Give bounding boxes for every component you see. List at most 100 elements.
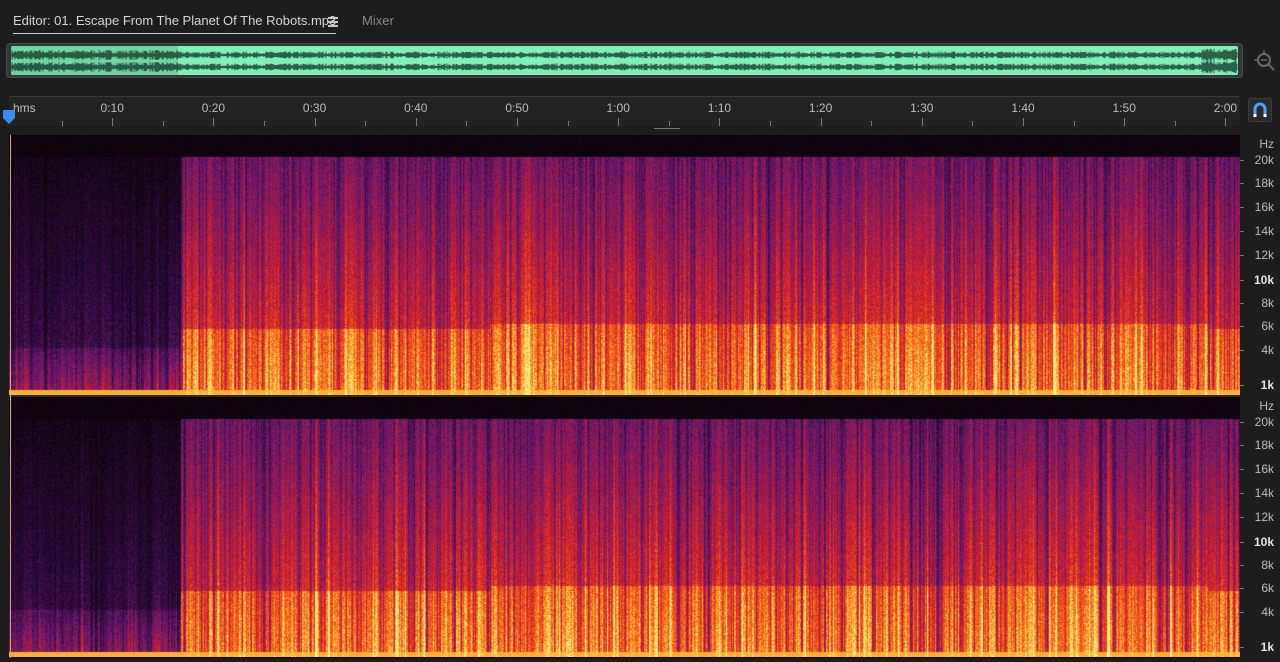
time-tick-mark: [365, 121, 367, 126]
frequency-tick-label: 4k: [1261, 605, 1274, 619]
frequency-tick-label: 16k: [1254, 462, 1274, 476]
time-ruler[interactable]: hms 0:10 0:20 0:30 0:40 0:50 1:00 1:10 1:20 1:30…: [9, 96, 1240, 126]
frequency-tick-label: 14k: [1254, 224, 1274, 238]
frequency-tick-mark: [1240, 255, 1244, 256]
frequency-tick-label: 18k: [1254, 438, 1274, 452]
snap-toggle-button[interactable]: [1248, 98, 1272, 122]
frequency-unit-label: Hz: [1259, 399, 1274, 413]
frequency-tick-mark: [1240, 160, 1244, 161]
tab-mixer[interactable]: Mixer: [362, 12, 394, 30]
time-tick-label: 0:50: [505, 101, 529, 115]
time-tick-label: 0:40: [404, 101, 428, 115]
frequency-tick-label: 4k: [1261, 343, 1274, 357]
panel-tab-bar: Editor: 01. Escape From The Planet Of Th…: [0, 0, 1280, 40]
channel-right-spectrogram[interactable]: [9, 397, 1240, 657]
time-tick-label: 0:20: [201, 101, 226, 115]
time-tick-label: 0:30: [302, 101, 327, 115]
time-tick-mark: [820, 118, 822, 126]
time-tick-mark: [314, 118, 316, 126]
time-tick-mark: [567, 121, 569, 126]
time-tick-mark: [517, 118, 518, 126]
time-tick-mark: [1023, 118, 1024, 126]
frequency-tick-label: 12k: [1254, 510, 1274, 524]
time-tick-mark: [871, 121, 873, 126]
time-tick-mark: [213, 118, 215, 126]
frequency-tick-label: 10k: [1253, 535, 1274, 549]
frequency-tick-mark: [1240, 445, 1244, 446]
hamburger-menu-icon[interactable]: [327, 13, 339, 31]
frequency-tick-label: 8k: [1261, 296, 1274, 310]
time-tick-label: 1:00: [606, 101, 630, 115]
frequency-tick-mark: [1240, 231, 1244, 232]
frequency-tick-label: 6k: [1261, 581, 1274, 595]
time-tick-mark: [668, 121, 670, 126]
frequency-tick-mark: [1240, 183, 1244, 184]
time-tick-mark: [162, 121, 164, 126]
time-tick-label: 0:10: [100, 101, 124, 115]
frequency-tick-label: 12k: [1254, 248, 1274, 262]
frequency-tick-mark: [1240, 493, 1244, 494]
frequency-tick-label: 20k: [1254, 153, 1274, 167]
tab-editor[interactable]: Editor: 01. Escape From The Planet Of Th…: [13, 12, 337, 34]
frequency-tick-label: 18k: [1254, 176, 1274, 190]
frequency-unit-label: Hz: [1259, 137, 1274, 151]
time-tick-mark: [618, 118, 620, 126]
overview-visible-range: [11, 46, 1238, 75]
frequency-tick-mark: [1240, 350, 1244, 351]
frequency-tick-label: 20k: [1254, 415, 1274, 429]
time-tick-mark: [112, 118, 114, 126]
time-units-label: hms: [13, 101, 36, 115]
playback-cursor-line: [10, 135, 11, 658]
frequency-tick-mark: [1240, 303, 1244, 304]
time-tick-mark: [1073, 121, 1075, 126]
resize-grip-handle[interactable]: [654, 128, 680, 132]
time-tick-label: 1:40: [1011, 101, 1035, 115]
time-tick-label: 2:00: [1213, 101, 1238, 115]
time-tick-mark: [1124, 118, 1126, 126]
frequency-tick-mark: [1240, 326, 1244, 327]
frequency-tick-mark: [1240, 280, 1244, 281]
frequency-tick-label: 10k: [1253, 273, 1274, 287]
frequency-tick-mark: [1240, 612, 1244, 613]
magnet-icon: [1253, 102, 1267, 117]
frequency-tick-label: 16k: [1254, 200, 1274, 214]
frequency-tick-label: 1k: [1260, 378, 1274, 392]
frequency-tick-mark: [1240, 565, 1244, 566]
spectrogram-canvas: [9, 397, 1240, 657]
frequency-tick-mark: [1240, 385, 1244, 386]
frequency-tick-mark: [1240, 588, 1244, 589]
time-tick-mark: [61, 121, 63, 126]
time-tick-mark: [466, 121, 468, 126]
frequency-scale-right[interactable]: Hz 20k 18k 16k 14k 12k 10k 8k 6k 4k 1k: [1240, 397, 1280, 657]
time-tick-label: 1:20: [808, 101, 833, 115]
frequency-tick-mark: [1240, 517, 1244, 518]
frequency-tick-mark: [1240, 207, 1244, 208]
overview-waveform: [11, 48, 1238, 74]
frequency-tick-label: 6k: [1261, 319, 1274, 333]
frequency-tick-label: 14k: [1254, 486, 1274, 500]
frequency-tick-mark: [1240, 422, 1244, 423]
frequency-tick-mark: [1240, 469, 1244, 470]
spectral-frequency-display[interactable]: [9, 135, 1240, 658]
time-tick-mark: [415, 118, 417, 126]
zoom-to-fit-icon[interactable]: [1254, 50, 1276, 72]
time-tick-mark: [972, 121, 974, 126]
time-tick-mark: [1225, 118, 1227, 126]
time-tick-mark: [1174, 121, 1176, 126]
waveform-overview[interactable]: [6, 43, 1243, 78]
time-tick-mark: [719, 118, 721, 126]
overview-waveform-trace: [11, 48, 1238, 74]
time-tick-mark: [264, 121, 265, 126]
frequency-tick-label: 1k: [1260, 640, 1274, 654]
time-tick-label: 1:50: [1112, 101, 1136, 115]
frequency-tick-label: 8k: [1261, 558, 1274, 572]
time-tick-label: 1:30: [910, 101, 934, 115]
time-tick-mark: [921, 118, 923, 126]
time-tick-mark: [770, 121, 771, 126]
frequency-scale-left[interactable]: Hz 20k 18k 16k 14k 12k 10k 8k 6k 4k 1k: [1240, 135, 1280, 395]
frequency-tick-mark: [1240, 647, 1244, 648]
time-tick-label: 1:10: [707, 101, 732, 115]
frequency-tick-mark: [1240, 542, 1244, 543]
channel-left-spectrogram[interactable]: [9, 135, 1240, 395]
playhead-marker-icon[interactable]: [3, 110, 15, 124]
